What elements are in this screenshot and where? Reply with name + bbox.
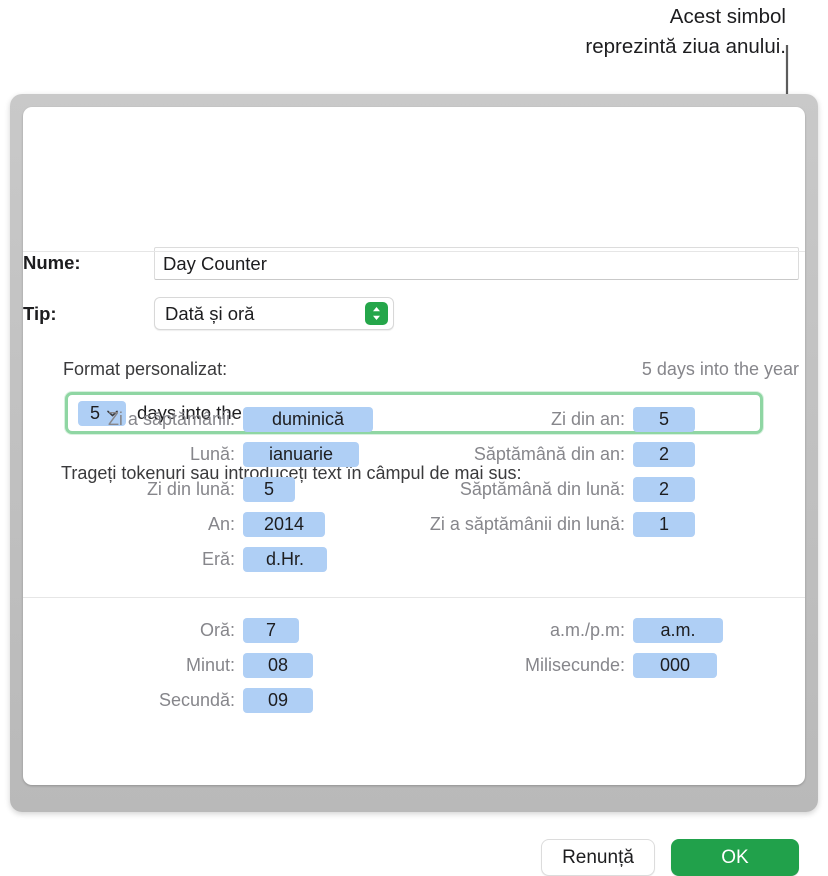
token-row-label: Săptămână din an: [473,444,625,464]
name-label: Nume: [23,252,81,273]
token-row-label: Oră: [199,620,235,640]
token-row-label: Zi din lună: [146,479,235,499]
token-row: Săptămână din an: 2 [371,442,695,467]
draggable-token[interactable]: 08 [243,653,313,678]
callout-text: Acest simbol reprezintă ziua anului. [585,5,786,58]
draggable-token[interactable]: 2 [633,442,695,467]
token-row: Săptămână din lună: 2 [371,477,695,502]
draggable-token[interactable]: 7 [243,618,299,643]
draggable-token[interactable]: 1 [633,512,695,537]
dialog-panel: Nume: Tip: Dată și oră Format personaliz… [23,107,805,785]
token-row: Zi din lună: 5 [23,477,295,502]
token-row-label: a.m./p.m: [549,620,625,640]
token-row-label: Minut: [185,655,235,675]
draggable-token[interactable]: 5 [243,477,295,502]
draggable-token[interactable]: ianuarie [243,442,359,467]
draggable-token[interactable]: 5 [633,407,695,432]
separator-bottom [23,597,805,598]
token-row: Secundă: 09 [23,688,313,713]
draggable-token[interactable]: 09 [243,688,313,713]
dialog-window: Nume: Tip: Dată și oră Format personaliz… [10,94,818,876]
format-label: Format personalizat: [63,359,228,379]
up-down-chevron-icon[interactable] [365,302,388,325]
token-row: a.m./p.m: a.m. [371,618,723,643]
token-row-label: An: [207,514,235,534]
token-row: Eră: d.Hr. [23,547,327,572]
type-label: Tip: [23,303,57,324]
token-row: Zi din an: 5 [371,407,695,432]
token-row: Zi a săptămânii: duminică [23,407,373,432]
token-row-label: Secundă: [158,690,235,710]
ok-button[interactable]: OK [671,839,799,876]
token-row-label: Eră: [201,549,235,569]
draggable-token[interactable]: duminică [243,407,373,432]
token-row: Milisecunde: 000 [371,653,717,678]
token-row: Zi a săptămânii din lună: 1 [371,512,695,537]
token-row: Lună: ianuarie [23,442,359,467]
token-row: An: 2014 [23,512,325,537]
type-popup-button[interactable]: Dată și oră [154,297,394,330]
format-preview: 5 days into the year [641,359,799,379]
token-row: Minut: 08 [23,653,313,678]
token-row-label: Săptămână din lună: [459,479,625,499]
token-row-label: Lună: [189,444,235,464]
draggable-token[interactable]: 2 [633,477,695,502]
cancel-button[interactable]: Renunță [541,839,655,876]
token-row-label: Zi din an: [550,409,625,429]
token-row-label: Zi a săptămânii din lună: [429,514,625,534]
draggable-token[interactable]: 2014 [243,512,325,537]
token-row-label: Milisecunde: [524,655,625,675]
token-row: Oră: 7 [23,618,299,643]
separator-top [23,251,805,252]
draggable-token[interactable]: a.m. [633,618,723,643]
type-popup-value: Dată și oră [165,302,255,324]
token-row-label: Zi a săptămânii: [107,409,235,429]
draggable-token[interactable]: 000 [633,653,717,678]
draggable-token[interactable]: d.Hr. [243,547,327,572]
